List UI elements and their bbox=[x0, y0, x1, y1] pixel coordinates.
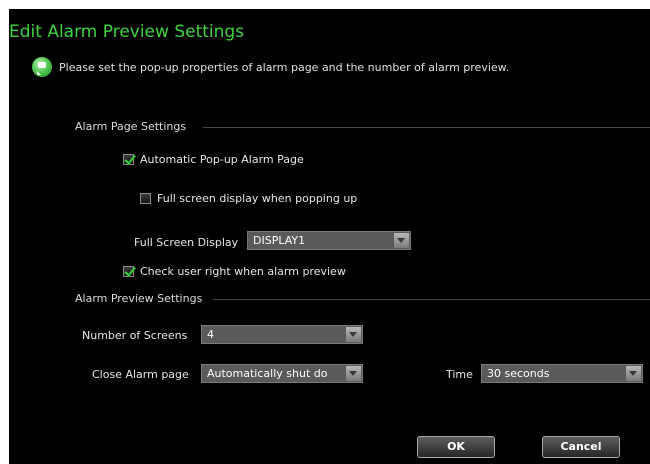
number-of-screens-value: 4 bbox=[207, 328, 214, 341]
check-user-right-label: Check user right when alarm preview bbox=[140, 265, 346, 278]
alarm-page-section-title: Alarm Page Settings bbox=[75, 120, 187, 133]
dialog-title: Edit Alarm Preview Settings bbox=[9, 22, 245, 42]
time-select[interactable]: 30 seconds bbox=[481, 364, 643, 383]
full-screen-display-label: Full Screen Display bbox=[134, 236, 239, 249]
hint-text: Please set the pop-up properties of alar… bbox=[59, 61, 510, 74]
check-icon[interactable] bbox=[123, 154, 134, 165]
close-alarm-page-label: Close Alarm page bbox=[92, 368, 189, 381]
chevron-down-icon[interactable] bbox=[346, 327, 361, 342]
chevron-down-icon[interactable] bbox=[394, 233, 409, 248]
auto-popup-checkbox-row[interactable]: Automatic Pop-up Alarm Page bbox=[123, 153, 304, 166]
section-divider bbox=[203, 127, 650, 128]
full-screen-display-select[interactable]: DISPLAY1 bbox=[247, 231, 411, 250]
auto-popup-label: Automatic Pop-up Alarm Page bbox=[140, 153, 304, 166]
close-alarm-page-select[interactable]: Automatically shut do bbox=[201, 364, 363, 383]
ok-button[interactable]: OK bbox=[417, 436, 495, 458]
close-alarm-page-value: Automatically shut do bbox=[207, 367, 328, 380]
check-icon[interactable] bbox=[123, 266, 134, 277]
time-label: Time bbox=[446, 368, 473, 381]
cancel-button[interactable]: Cancel bbox=[542, 436, 620, 458]
check-user-right-checkbox-row[interactable]: Check user right when alarm preview bbox=[123, 265, 346, 278]
full-screen-popup-checkbox-row[interactable]: Full screen display when popping up bbox=[140, 192, 357, 205]
section-divider bbox=[213, 299, 650, 300]
chevron-down-icon[interactable] bbox=[626, 366, 641, 381]
time-value: 30 seconds bbox=[487, 367, 550, 380]
number-of-screens-select[interactable]: 4 bbox=[201, 325, 363, 344]
alarm-preview-section-title: Alarm Preview Settings bbox=[75, 292, 203, 305]
full-screen-display-value: DISPLAY1 bbox=[253, 234, 306, 247]
speech-bubble-icon bbox=[32, 57, 52, 77]
chevron-down-icon[interactable] bbox=[346, 366, 361, 381]
checkbox-unchecked-icon[interactable] bbox=[140, 193, 151, 204]
alarm-preview-dialog: Edit Alarm Preview Settings Please set t… bbox=[9, 9, 650, 464]
full-screen-popup-label: Full screen display when popping up bbox=[157, 192, 358, 205]
number-of-screens-label: Number of Screens bbox=[82, 329, 188, 342]
